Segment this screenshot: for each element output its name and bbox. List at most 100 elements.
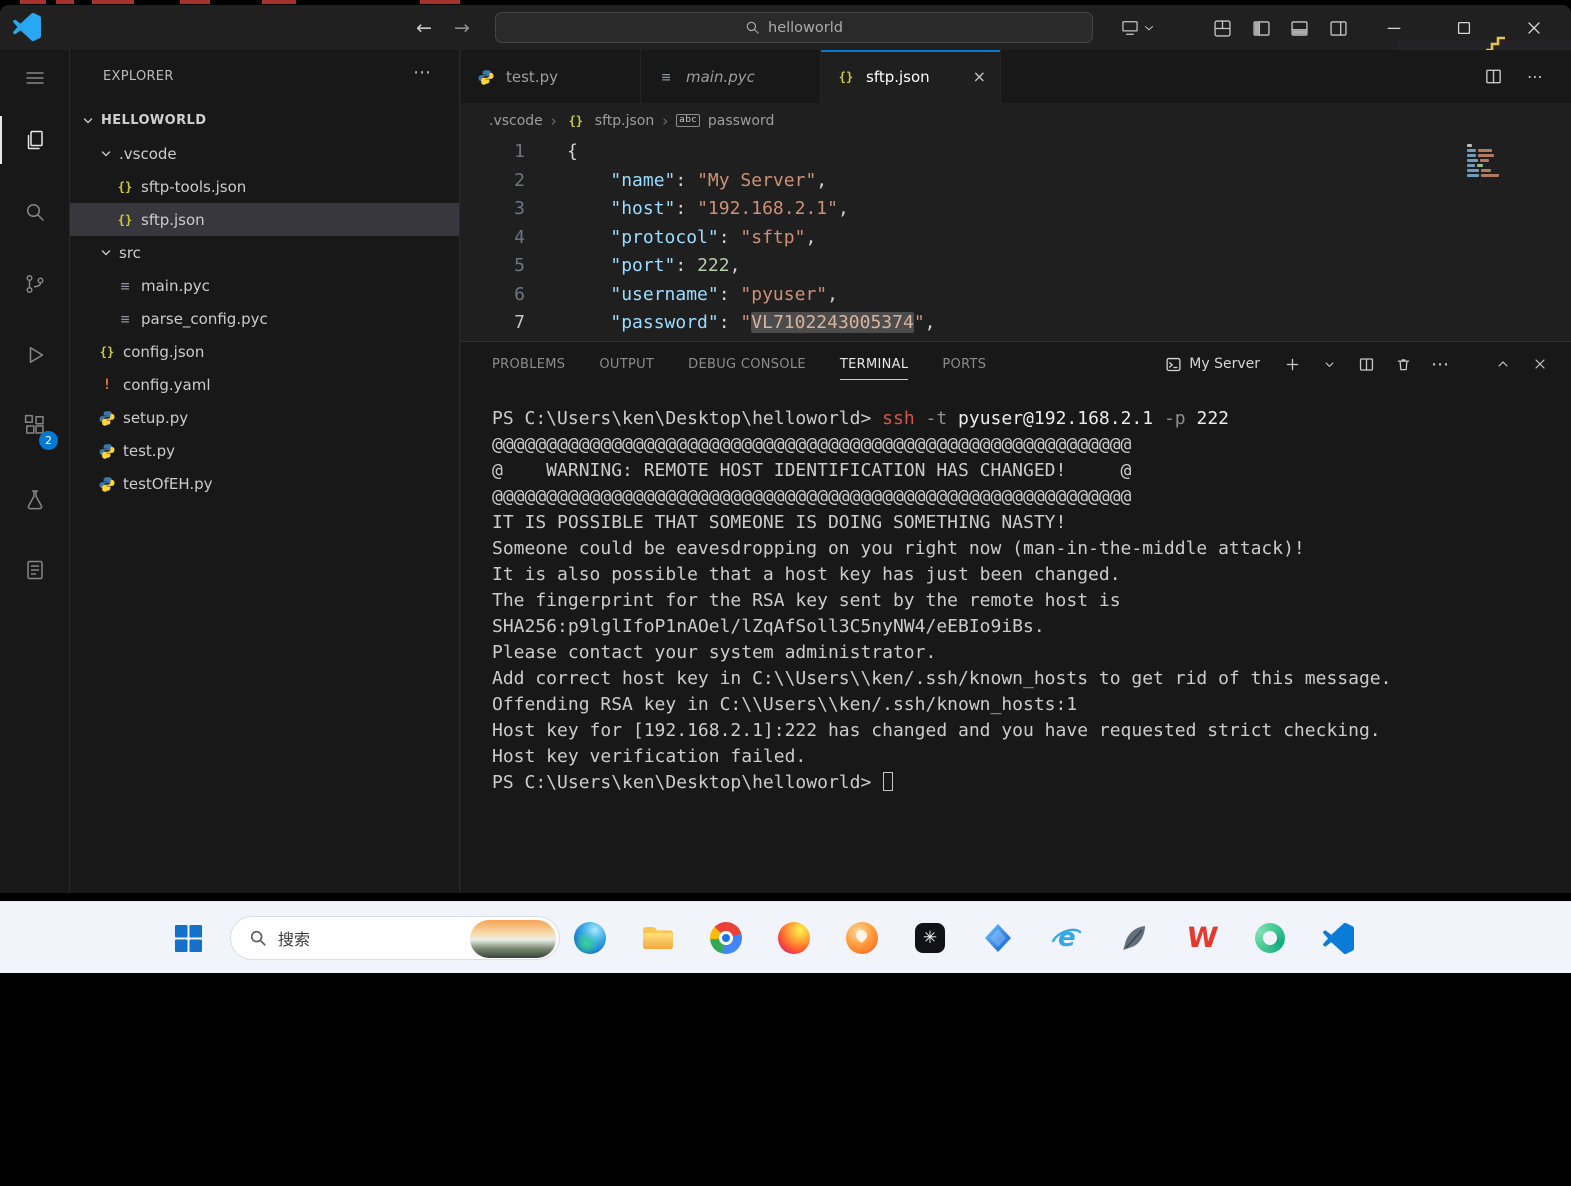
panel-tab-terminal[interactable]: TERMINAL bbox=[840, 357, 909, 372]
code-text: "host": "192.168.2.1", bbox=[567, 195, 849, 224]
terminal-token: -p bbox=[1164, 408, 1186, 429]
code-line[interactable]: 4 "protocol": "sftp", bbox=[461, 224, 1571, 253]
explorer-item-parse_config.pyc[interactable]: ≡parse_config.pyc bbox=[70, 302, 459, 335]
edge-icon[interactable] bbox=[562, 910, 618, 966]
chatgpt-icon[interactable]: ✳ bbox=[902, 910, 958, 966]
code-line[interactable]: 7 "password": "VL7102243005374", bbox=[461, 309, 1571, 338]
token: "name" bbox=[610, 170, 675, 191]
testing-icon[interactable] bbox=[11, 476, 59, 524]
code-line[interactable]: 3 "host": "192.168.2.1", bbox=[461, 195, 1571, 224]
code-line[interactable]: 1{ bbox=[461, 138, 1571, 167]
remote-indicator-icon[interactable] bbox=[1117, 16, 1143, 40]
panel-tab-ports[interactable]: PORTS bbox=[942, 357, 986, 372]
explorer-item-config.yaml[interactable]: !config.yaml bbox=[70, 368, 459, 401]
terminal-token: ssh bbox=[882, 408, 915, 429]
explorer-item-sftp.json[interactable]: {}sftp.json bbox=[70, 203, 459, 236]
terminal-line: Host key for [192.168.2.1]:222 has chang… bbox=[492, 718, 1555, 744]
token: , bbox=[816, 170, 827, 191]
explorer-sidebar: EXPLORER ⋯ HELLOWORLD .vscode{}sftp-tool… bbox=[70, 50, 460, 893]
bottom-panel: PROBLEMS OUTPUT DEBUG CONSOLE TERMINAL PORTS… bbox=[461, 341, 1571, 893]
editor-tab-bar: test.py ≡main.pyc{}sftp.json× bbox=[461, 50, 1571, 103]
tab-test.py[interactable]: test.py bbox=[461, 50, 641, 103]
menu-icon[interactable] bbox=[11, 54, 59, 102]
terminal-profile-chevron-icon[interactable] bbox=[1318, 353, 1340, 375]
taskbar-search[interactable]: 搜索 bbox=[230, 916, 560, 960]
explorer-icon[interactable] bbox=[11, 116, 59, 164]
orange-browser-icon[interactable] bbox=[834, 910, 890, 966]
explorer-item-config.json[interactable]: {}config.json bbox=[70, 335, 459, 368]
explorer-item-src[interactable]: src bbox=[70, 236, 459, 269]
search-highlight-thumbnail[interactable] bbox=[470, 920, 556, 958]
green-ring-icon[interactable] bbox=[1242, 910, 1298, 966]
code-line[interactable]: 5 "port": 222, bbox=[461, 252, 1571, 281]
toggle-primary-sidebar-icon[interactable] bbox=[1248, 16, 1274, 40]
token: " bbox=[740, 312, 751, 333]
new-terminal-icon[interactable] bbox=[1281, 353, 1303, 375]
split-editor-icon[interactable] bbox=[1480, 63, 1506, 89]
tab-main.pyc[interactable]: ≡main.pyc bbox=[641, 50, 821, 103]
terminal-instance-chip[interactable]: My Server bbox=[1165, 356, 1260, 373]
chrome-icon[interactable] bbox=[698, 910, 754, 966]
explorer-item-setup.py[interactable]: setup.py bbox=[70, 401, 459, 434]
extensions-icon[interactable]: 2 bbox=[11, 401, 59, 449]
terminal-token: Please contact your system administrator… bbox=[492, 642, 936, 663]
start-button[interactable] bbox=[160, 910, 216, 966]
vscode-taskbar-icon[interactable] bbox=[1310, 910, 1366, 966]
breadcrumb[interactable]: .vscode › {} sftp.json › abc password bbox=[461, 103, 1571, 138]
breadcrumb-file[interactable]: sftp.json bbox=[595, 113, 654, 129]
command-center-search[interactable]: helloworld bbox=[495, 12, 1093, 43]
section-label: HELLOWORLD bbox=[101, 113, 206, 128]
explorer-item-sftp-tools.json[interactable]: {}sftp-tools.json bbox=[70, 170, 459, 203]
code-line[interactable]: 6 "username": "pyuser", bbox=[461, 281, 1571, 310]
breadcrumb-symbol[interactable]: password bbox=[708, 113, 774, 129]
panel-more-actions-icon[interactable]: ⋯ bbox=[1429, 353, 1451, 375]
wps-icon[interactable]: W bbox=[1174, 910, 1230, 966]
close-tab-icon[interactable]: × bbox=[973, 67, 986, 86]
editor-more-actions-icon[interactable]: ⋯ bbox=[1522, 63, 1548, 89]
explorer-item-testOfEH.py[interactable]: testOfEH.py bbox=[70, 467, 459, 500]
split-terminal-icon[interactable] bbox=[1355, 353, 1377, 375]
explorer-section-helloworld[interactable]: HELLOWORLD bbox=[70, 104, 459, 137]
explorer-item-.vscode[interactable]: .vscode bbox=[70, 137, 459, 170]
search-view-icon[interactable] bbox=[11, 188, 59, 236]
svg-text:e: e bbox=[1058, 923, 1076, 953]
internet-explorer-icon[interactable]: e bbox=[1038, 910, 1094, 966]
code-line[interactable]: 2 "name": "My Server", bbox=[461, 167, 1571, 196]
file-label: config.yaml bbox=[123, 376, 211, 394]
documents-icon[interactable] bbox=[11, 546, 59, 594]
explorer-item-test.py[interactable]: test.py bbox=[70, 434, 459, 467]
panel-tab-debug-console[interactable]: DEBUG CONSOLE bbox=[688, 357, 806, 372]
code-text: "username": "pyuser", bbox=[567, 281, 838, 310]
line-number: 5 bbox=[461, 252, 525, 281]
panel-tab-problems[interactable]: PROBLEMS bbox=[492, 357, 565, 372]
chevron-down-icon[interactable] bbox=[1141, 16, 1157, 40]
code-editor[interactable]: 1{2 "name": "My Server",3 "host": "192.1… bbox=[461, 138, 1571, 341]
blue-kite-icon[interactable] bbox=[970, 910, 1026, 966]
run-debug-icon[interactable] bbox=[11, 331, 59, 379]
tab-label: test.py bbox=[506, 68, 558, 86]
toggle-panel-icon[interactable] bbox=[1286, 16, 1312, 40]
firefox-icon[interactable] bbox=[766, 910, 822, 966]
minimap[interactable] bbox=[1467, 144, 1507, 179]
panel-tab-output[interactable]: OUTPUT bbox=[599, 357, 654, 372]
explorer-item-main.pyc[interactable]: ≡main.pyc bbox=[70, 269, 459, 302]
file-label: testOfEH.py bbox=[123, 475, 213, 493]
explorer-more-actions-icon[interactable]: ⋯ bbox=[413, 62, 431, 83]
close-panel-icon[interactable] bbox=[1529, 353, 1551, 375]
tab-sftp.json[interactable]: {}sftp.json× bbox=[821, 50, 1001, 103]
source-control-icon[interactable] bbox=[11, 260, 59, 308]
screen-edge-artifact bbox=[56, 0, 74, 4]
kill-terminal-icon[interactable] bbox=[1392, 353, 1414, 375]
token bbox=[567, 227, 610, 248]
maximize-panel-icon[interactable] bbox=[1492, 353, 1514, 375]
nav-forward-button[interactable]: → bbox=[448, 14, 476, 42]
nav-back-button[interactable]: ← bbox=[410, 14, 438, 42]
quill-icon[interactable] bbox=[1106, 910, 1162, 966]
customize-layout-icon[interactable] bbox=[1209, 16, 1235, 40]
file-explorer-icon[interactable] bbox=[630, 910, 686, 966]
toggle-secondary-sidebar-icon[interactable] bbox=[1325, 16, 1351, 40]
search-box-text: helloworld bbox=[768, 20, 843, 36]
terminal[interactable]: PS C:\Users\ken\Desktop\helloworld> ssh … bbox=[492, 406, 1555, 893]
workbench-body: 2 EXPLORER ⋯ HELLOWORLD .vscode{}sftp-to… bbox=[0, 50, 1571, 893]
breadcrumb-folder[interactable]: .vscode bbox=[489, 113, 543, 129]
